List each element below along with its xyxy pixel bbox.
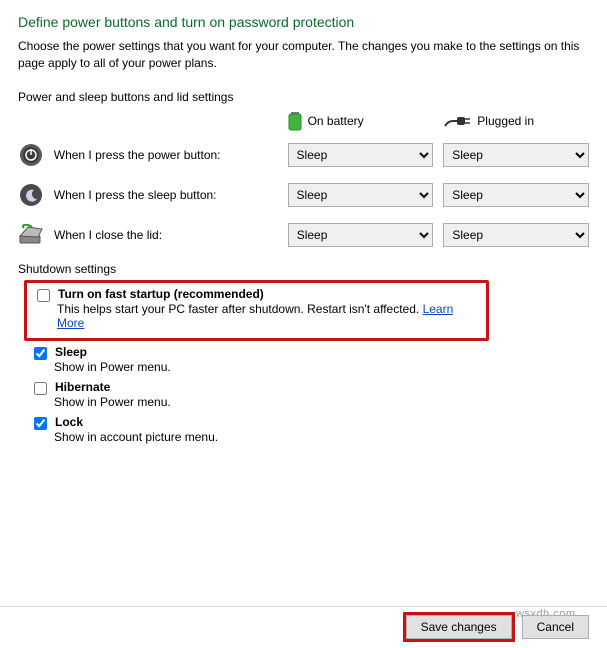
section-power-buttons-heading: Power and sleep buttons and lid settings [18,90,589,104]
sleep-checkbox[interactable] [34,347,47,360]
sleep-battery-select[interactable]: Sleep [288,183,434,207]
col-header-plugged: Plugged in [443,113,589,129]
cancel-button[interactable]: Cancel [522,615,589,639]
power-battery-select[interactable]: Sleep [288,143,434,167]
section-shutdown-heading: Shutdown settings [18,262,589,276]
row-sleep-button: When I press the sleep button: Sleep Sle… [18,182,589,208]
save-button[interactable]: Save changes [406,615,512,639]
row-power-label: When I press the power button: [54,148,288,162]
sleep-button-icon [18,182,44,208]
page-description: Choose the power settings that you want … [18,38,589,72]
sleep-opt-label: Sleep [55,345,87,359]
lock-opt-label: Lock [55,415,83,429]
battery-icon [288,110,302,132]
row-close-lid: When I close the lid: Sleep Sleep [18,222,589,248]
hibernate-opt-label: Hibernate [55,380,110,394]
fast-startup-checkbox[interactable] [37,289,50,302]
row-power-button: When I press the power button: Sleep Sle… [18,142,589,168]
sleep-plugged-select[interactable]: Sleep [443,183,589,207]
fast-startup-label: Turn on fast startup (recommended) [58,287,264,301]
power-plugged-select[interactable]: Sleep [443,143,589,167]
lock-checkbox[interactable] [34,417,47,430]
lid-battery-select[interactable]: Sleep [288,223,434,247]
hibernate-opt-sub: Show in Power menu. [54,395,589,409]
power-button-icon [18,142,44,168]
laptop-lid-icon [18,222,44,248]
col-header-battery: On battery [288,110,434,132]
fast-startup-highlight: Turn on fast startup (recommended) This … [24,280,489,341]
footer-buttons: Save changes Cancel [0,606,607,639]
lid-plugged-select[interactable]: Sleep [443,223,589,247]
row-lid-label: When I close the lid: [54,228,288,242]
col-header-plugged-label: Plugged in [477,114,534,128]
col-header-battery-label: On battery [308,114,364,128]
column-headers: On battery Plugged in [18,110,589,132]
page-title: Define power buttons and turn on passwor… [18,14,589,30]
lock-opt-sub: Show in account picture menu. [54,430,589,444]
hibernate-checkbox[interactable] [34,382,47,395]
row-sleep-label: When I press the sleep button: [54,188,288,202]
fast-startup-sub: This helps start your PC faster after sh… [57,302,482,330]
sleep-opt-sub: Show in Power menu. [54,360,589,374]
plug-icon [443,113,471,129]
fast-startup-sub-text: This helps start your PC faster after sh… [57,302,419,316]
